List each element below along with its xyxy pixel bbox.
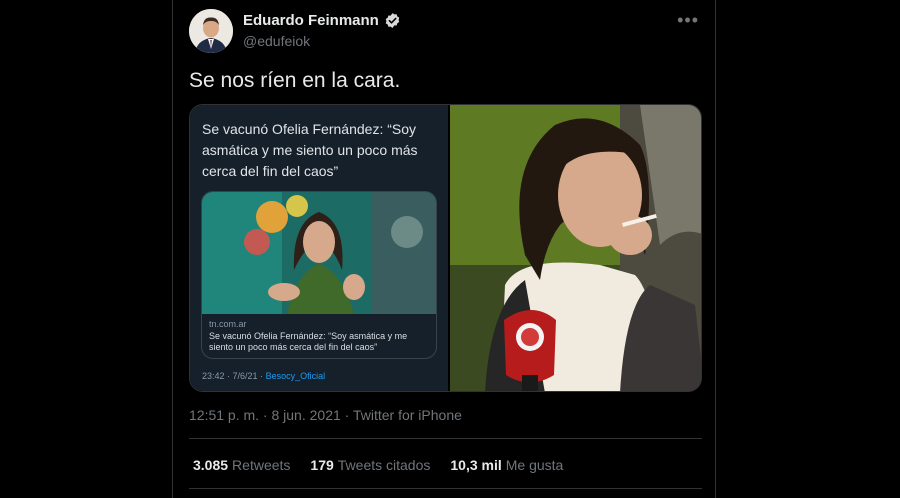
tweet-text: Se nos ríen en la cara.: [189, 69, 401, 92]
smoking-photo: [450, 105, 701, 391]
retweets-label: Retweets: [232, 457, 291, 473]
embedded-tweet-meta: 23:42 · 7/6/21 · Besocy_Oficial: [202, 371, 325, 381]
tweet-timestamp[interactable]: 12:51 p. m. · 8 jun. 2021 · Twitter for …: [189, 407, 462, 423]
divider: [189, 488, 702, 489]
tweet-container: Eduardo Feinmann @edufeiok ••• Se nos rí…: [172, 0, 716, 498]
retweets-stat[interactable]: 3.085 Retweets: [193, 457, 290, 473]
engagement-stats: 3.085 Retweets 179 Tweets citados 10,3 mil…: [193, 457, 563, 473]
quotes-label: Tweets citados: [337, 457, 431, 473]
link-card: tn.com.ar Se vacunó Ofelia Fernández: “S…: [201, 191, 437, 359]
author-avatar[interactable]: [189, 9, 233, 53]
quotes-count: 179: [310, 457, 334, 473]
embedded-tweet-source: Besocy_Oficial: [265, 371, 326, 381]
embedded-tweet-screenshot: Se vacunó Ofelia Fernández: “Soy asmátic…: [190, 105, 448, 391]
likes-count: 10,3 mil: [450, 457, 502, 473]
verified-badge-icon: [385, 13, 400, 28]
author-name[interactable]: Eduardo Feinmann: [243, 12, 379, 29]
embedded-tweet-text: Se vacunó Ofelia Fernández: “Soy asmátic…: [202, 121, 418, 179]
embedded-tweet-time: 23:42 · 7/6/21 ·: [202, 371, 264, 381]
likes-stat[interactable]: 10,3 mil Me gusta: [450, 457, 563, 473]
card-title: Se vacunó Ofelia Fernández: “Soy asmátic…: [209, 331, 408, 352]
avatar-photo: [189, 9, 233, 53]
author-handle[interactable]: @edufeiok: [243, 33, 310, 49]
more-options-icon[interactable]: •••: [677, 10, 699, 31]
divider: [189, 438, 702, 439]
likes-label: Me gusta: [505, 457, 564, 473]
retweets-count: 3.085: [193, 457, 229, 473]
tweet-media[interactable]: Se vacunó Ofelia Fernández: “Soy asmátic…: [189, 104, 702, 392]
card-thumbnail: [202, 192, 436, 314]
card-domain: tn.com.ar: [209, 319, 247, 329]
photo-woman-smoking: [450, 105, 701, 391]
quote-tweets-stat[interactable]: 179 Tweets citados: [310, 457, 430, 473]
